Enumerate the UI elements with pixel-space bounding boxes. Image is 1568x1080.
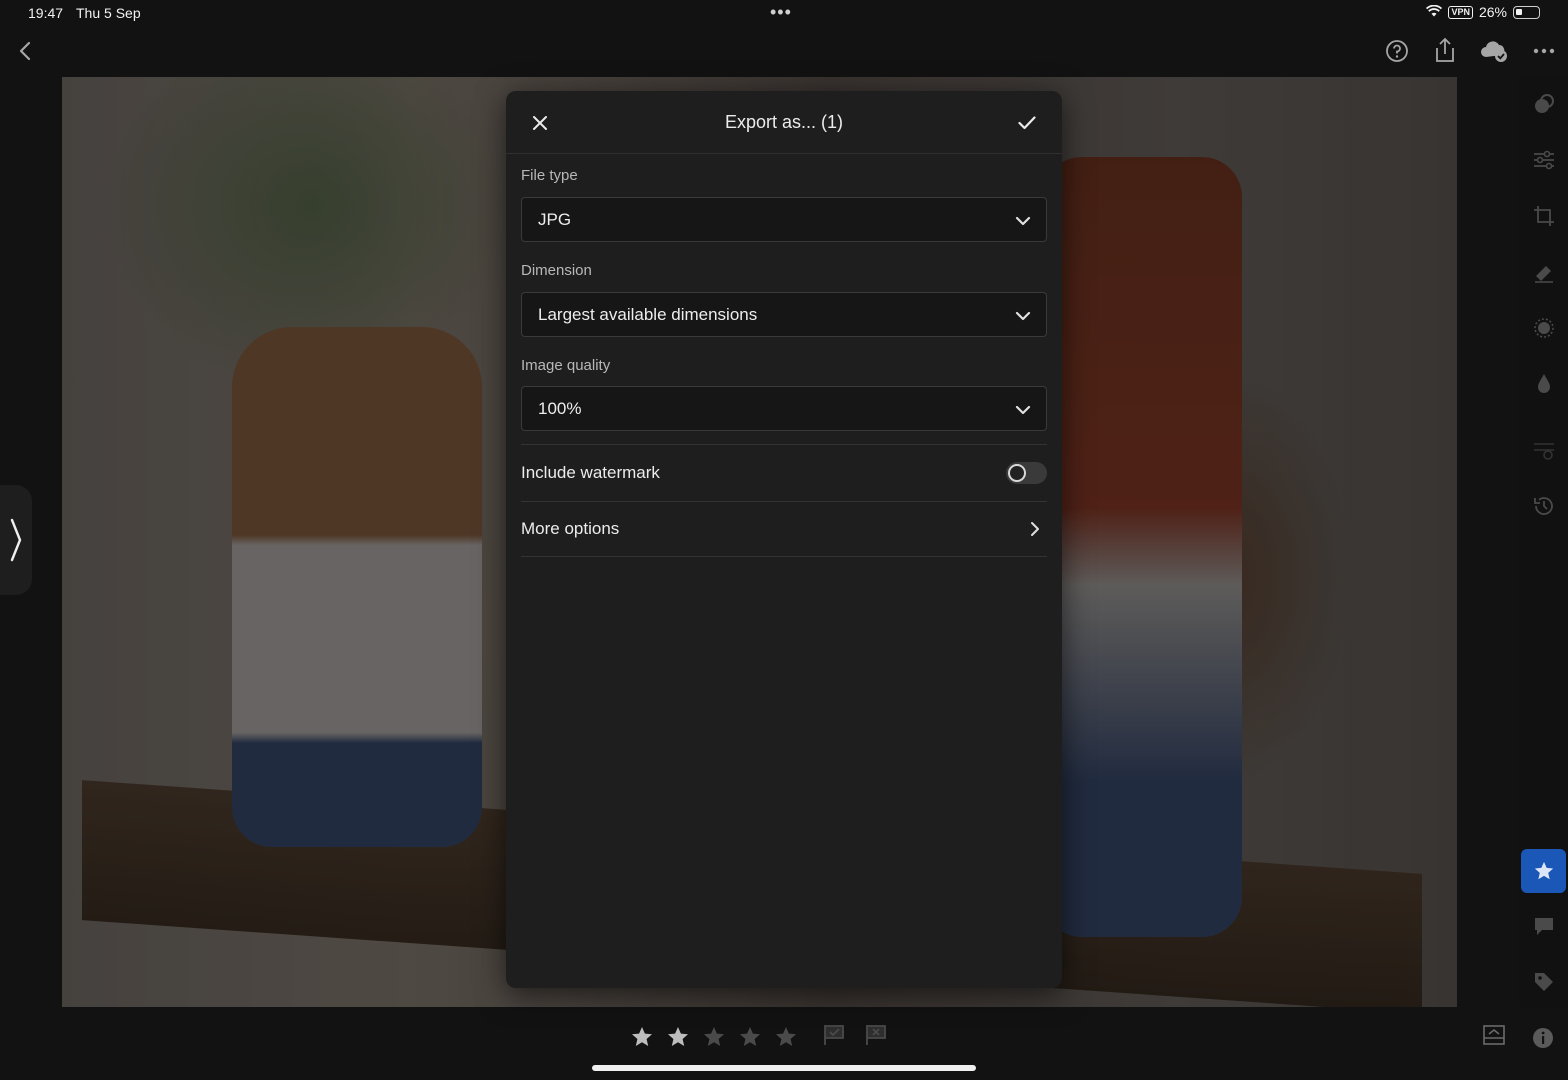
status-date: Thu 5 Sep [76,5,141,21]
cloud-sync-icon[interactable] [1478,37,1510,65]
star-rating[interactable] [628,1023,800,1051]
right-tool-panel [1519,77,1568,1007]
reject-flag-icon[interactable] [862,1021,890,1049]
chevron-down-icon [1015,216,1031,226]
more-options-label: More options [521,519,620,538]
star-icon[interactable] [736,1023,764,1051]
battery-percent: 26% [1478,4,1507,20]
help-icon[interactable] [1383,37,1411,65]
star-icon[interactable] [664,1023,692,1051]
home-indicator[interactable] [592,1065,976,1071]
close-icon[interactable] [528,111,552,135]
multitask-dots[interactable]: ••• [770,2,792,23]
filmstrip-icon[interactable] [1480,1023,1508,1047]
chevron-down-icon [1015,405,1031,415]
file-type-value: JPG [538,209,572,229]
status-right: VPN 26% [1426,4,1540,20]
toggle-knob [1008,464,1026,482]
info-icon[interactable] [1530,1025,1556,1051]
file-type-label: File type [521,167,578,184]
masking-icon[interactable] [1531,315,1557,341]
crop-icon[interactable] [1531,203,1557,229]
confirm-check-icon[interactable] [1014,110,1040,136]
pick-flag-icon[interactable] [820,1021,848,1049]
star-icon[interactable] [700,1023,728,1051]
file-type-select[interactable]: JPG [521,197,1047,242]
versions-icon[interactable] [1531,437,1557,463]
dimension-select[interactable]: Largest available dimensions [521,292,1047,337]
top-toolbar [0,26,1568,76]
blur-icon[interactable] [1531,371,1557,397]
image-quality-value: 100% [538,398,582,418]
watermark-toggle[interactable] [1006,462,1047,484]
keywords-icon[interactable] [1531,969,1557,995]
rating-icon[interactable] [1521,849,1566,893]
lightroom-screen: 19:47 Thu 5 Sep ••• VPN 26% Export as...… [0,0,1568,1080]
chevron-down-icon [1015,311,1031,321]
dimension-value: Largest available dimensions [538,304,758,324]
chevron-right-icon [1031,522,1039,536]
dimension-label: Dimension [521,262,592,279]
dialog-header: Export as... (1) [506,91,1062,154]
edit-sliders-icon[interactable] [1531,147,1557,173]
image-quality-select[interactable]: 100% [521,386,1047,431]
image-quality-label: Image quality [521,357,611,374]
comments-icon[interactable] [1531,913,1557,939]
export-dialog: Export as... (1) File type JPG Dimension… [506,91,1062,988]
more-icon[interactable] [1530,37,1558,65]
presets-icon[interactable] [1531,91,1557,117]
chevron-right-icon [10,518,22,562]
history-icon[interactable] [1531,493,1557,519]
left-panel-handle[interactable] [0,485,32,595]
status-bar: 19:47 Thu 5 Sep ••• VPN 26% [0,0,1568,26]
vpn-badge: VPN [1448,5,1473,19]
watermark-row[interactable]: Include watermark [521,444,1047,500]
back-icon[interactable] [12,38,38,64]
healing-icon[interactable] [1531,259,1557,285]
more-options-row[interactable]: More options [521,501,1047,557]
watermark-label: Include watermark [521,462,660,482]
star-icon[interactable] [772,1023,800,1051]
status-time: 19:47 [28,5,64,21]
star-icon[interactable] [628,1023,656,1051]
battery-icon [1513,5,1540,19]
share-icon[interactable] [1431,36,1459,64]
bottom-bar [0,1007,1568,1080]
dialog-title: Export as... (1) [724,111,844,132]
wifi-icon [1426,4,1443,20]
